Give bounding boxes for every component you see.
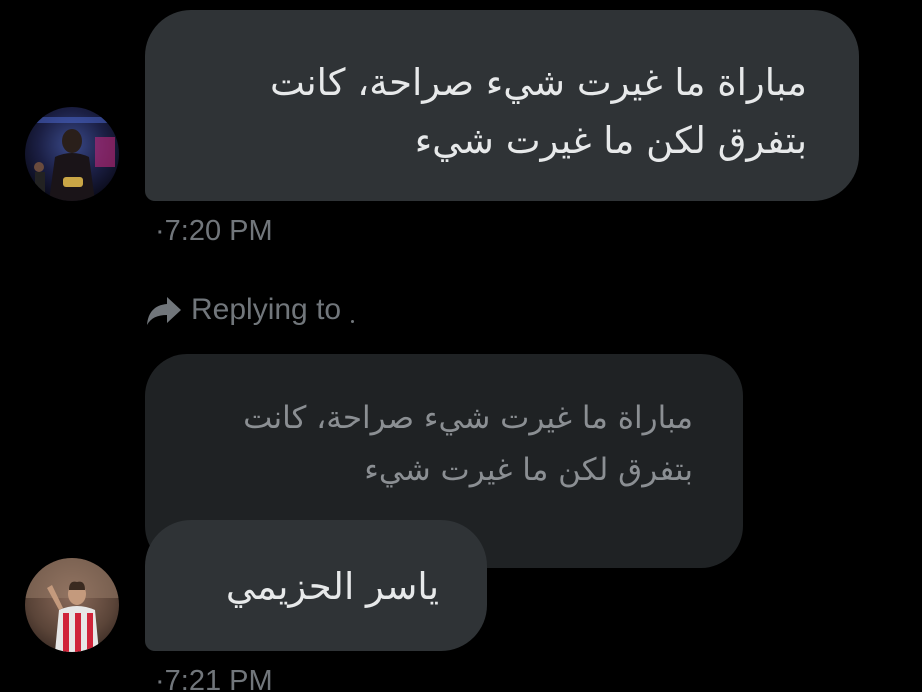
- quoted-text-line: بتفرق لكن ما غيرت شيء: [364, 452, 693, 488]
- sender-avatar[interactable]: [25, 558, 119, 652]
- message-bubble[interactable]: ياسر الحزيمي: [145, 520, 487, 651]
- quoted-text-line: مباراة ما غيرت شيء صراحة، كانت: [243, 400, 693, 436]
- dm-conversation: مباراة ما غيرت شيء صراحة، كانت بتفرق لكن…: [0, 0, 922, 692]
- reply-arrow-icon: [147, 297, 181, 325]
- footballer-avatar-image: [25, 558, 119, 652]
- replying-to-label: Replying to: [191, 293, 342, 326]
- message-bubble[interactable]: مباراة ما غيرت شيء صراحة، كانت بتفرق لكن…: [145, 10, 859, 201]
- message-timestamp: ·7:21 PM: [155, 665, 273, 692]
- sender-avatar[interactable]: [25, 107, 119, 201]
- message-text-line: ياسر الحزيمي: [225, 565, 439, 608]
- message-timestamp: ·7:20 PM: [155, 215, 273, 247]
- message-text-line: بتفرق لكن ما غيرت شيء: [414, 119, 807, 162]
- message-text-line: مباراة ما غيرت شيء صراحة، كانت: [270, 61, 807, 104]
- replying-to-indicator[interactable]: Replying to: [145, 290, 355, 330]
- reply-target-dot: [351, 319, 355, 323]
- wrestler-avatar-image: [25, 107, 119, 201]
